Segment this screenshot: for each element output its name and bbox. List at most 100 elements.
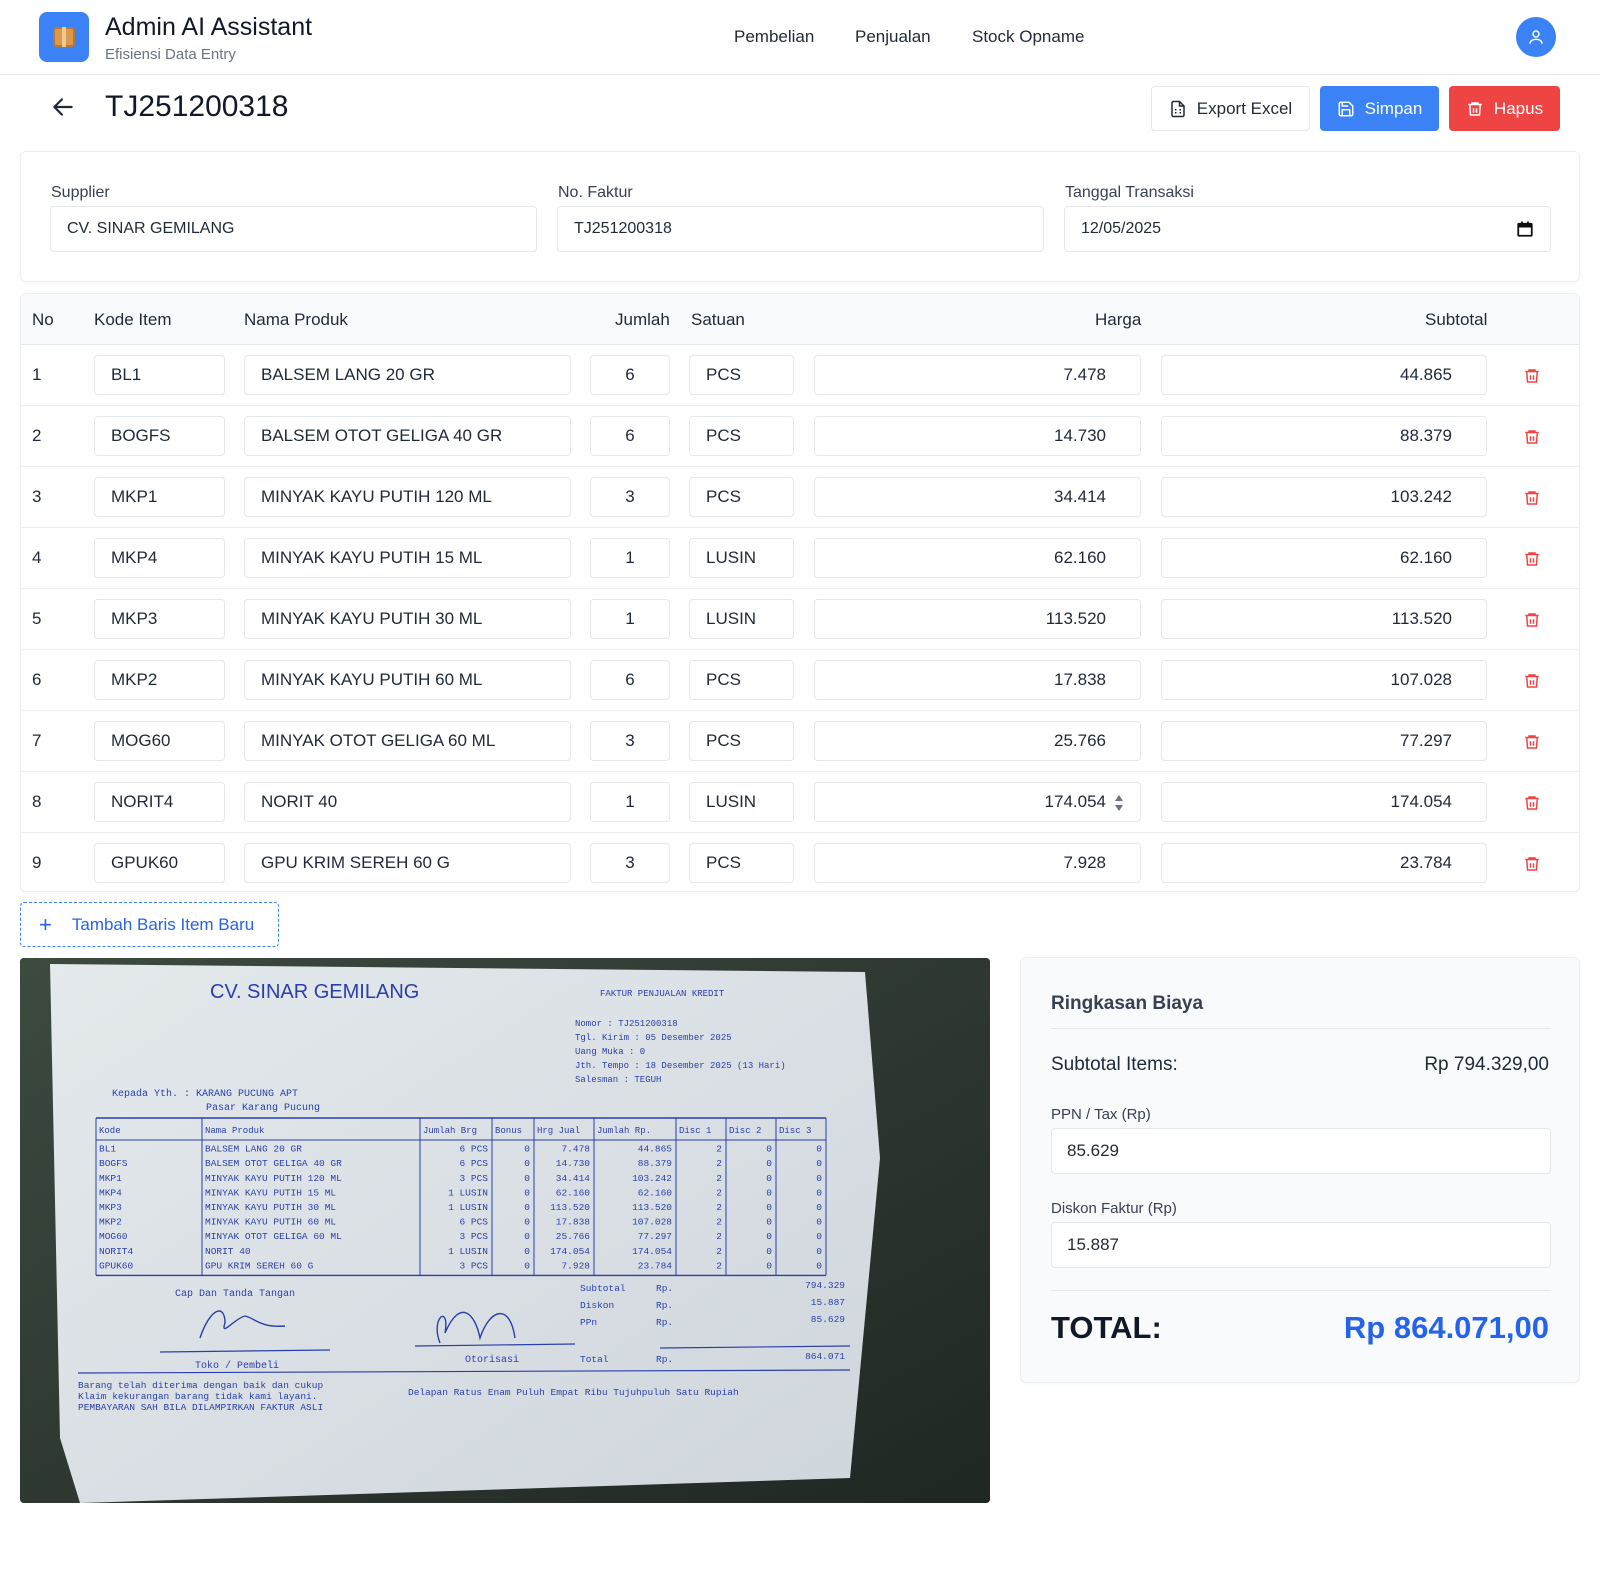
jumlah-input[interactable]: 1: [590, 782, 670, 822]
kode-item-input[interactable]: MKP1: [94, 477, 225, 517]
subtotal-input[interactable]: 88.379: [1161, 416, 1487, 456]
delete-row-icon[interactable]: [1523, 610, 1541, 630]
kode-item-input[interactable]: MKP4: [94, 538, 225, 578]
nav-stock-opname[interactable]: Stock Opname: [972, 27, 1084, 47]
nav-penjualan[interactable]: Penjualan: [855, 27, 931, 47]
harga-input[interactable]: 17.838: [814, 660, 1141, 700]
harga-input[interactable]: 7.928: [814, 843, 1141, 883]
satuan-input[interactable]: PCS: [689, 355, 794, 395]
tanggal-label: Tanggal Transaksi: [1065, 184, 1194, 201]
nama-produk-input[interactable]: NORIT 40: [244, 782, 571, 822]
invoice-cell: 3 PCS: [459, 1260, 488, 1271]
invoice-cell: MINYAK KAYU PUTIH 60 ML: [205, 1217, 336, 1228]
subtotal-input[interactable]: 174.054: [1161, 782, 1487, 822]
satuan-input[interactable]: LUSIN: [689, 599, 794, 639]
kode-item-input[interactable]: MKP3: [94, 599, 225, 639]
kode-item-input[interactable]: MOG60: [94, 721, 225, 761]
kode-item-input[interactable]: NORIT4: [94, 782, 225, 822]
nama-produk-input[interactable]: MINYAK OTOT GELIGA 60 ML: [244, 721, 571, 761]
jumlah-input[interactable]: 6: [590, 416, 670, 456]
calendar-icon[interactable]: [1516, 220, 1534, 238]
subtotal-input[interactable]: 103.242: [1161, 477, 1487, 517]
jumlah-input[interactable]: 3: [590, 843, 670, 883]
nama-produk-input[interactable]: BALSEM LANG 20 GR: [244, 355, 571, 395]
delete-row-icon[interactable]: [1523, 549, 1541, 569]
invoice-cell: 0: [816, 1187, 822, 1198]
add-item-row-label: Tambah Baris Item Baru: [71, 914, 255, 934]
satuan-input[interactable]: LUSIN: [689, 538, 794, 578]
nama-produk-input[interactable]: BALSEM OTOT GELIGA 40 GR: [244, 416, 571, 456]
ppn-input[interactable]: 85.629: [1051, 1128, 1551, 1174]
delete-row-icon[interactable]: [1523, 854, 1541, 874]
delete-row-icon[interactable]: [1523, 671, 1541, 691]
diskon-input[interactable]: 15.887: [1051, 1222, 1551, 1268]
nama-produk-input[interactable]: MINYAK KAYU PUTIH 30 ML: [244, 599, 571, 639]
jumlah-input[interactable]: 3: [590, 721, 670, 761]
satuan-input[interactable]: PCS: [689, 660, 794, 700]
satuan-input[interactable]: PCS: [689, 477, 794, 517]
row-number: 8: [32, 792, 42, 811]
kode-item-input[interactable]: MKP2: [94, 660, 225, 700]
add-item-row-button[interactable]: + Tambah Baris Item Baru: [20, 902, 279, 947]
harga-input[interactable]: 7.478: [814, 355, 1141, 395]
subtotal-input[interactable]: 44.865: [1161, 355, 1487, 395]
back-arrow-icon[interactable]: [50, 94, 76, 120]
nav-pembelian[interactable]: Pembelian: [734, 27, 814, 47]
invoice-cell: 62.160: [556, 1187, 591, 1198]
satuan-input[interactable]: LUSIN: [689, 782, 794, 822]
tanggal-input[interactable]: 12/05/2025: [1064, 206, 1551, 252]
invoice-total-value: 864.071: [805, 1351, 845, 1362]
invoice-cell: 0: [524, 1173, 530, 1184]
table-row: 8 NORIT4 NORIT 40 1 LUSIN 174.054 174.054: [21, 772, 1579, 833]
jumlah-input[interactable]: 6: [590, 660, 670, 700]
number-spinner-icon[interactable]: [1114, 793, 1124, 813]
subtotal-input[interactable]: 62.160: [1161, 538, 1487, 578]
harga-input[interactable]: 174.054: [814, 782, 1141, 822]
satuan-input[interactable]: PCS: [689, 416, 794, 456]
satuan-input[interactable]: PCS: [689, 843, 794, 883]
invoice-cell: 2: [716, 1173, 722, 1184]
invoice-cell: MKP1: [99, 1173, 122, 1184]
jumlah-input[interactable]: 1: [590, 599, 670, 639]
save-button[interactable]: Simpan: [1320, 86, 1439, 131]
subtotal-input[interactable]: 113.520: [1161, 599, 1487, 639]
nama-produk-input[interactable]: MINYAK KAYU PUTIH 120 ML: [244, 477, 571, 517]
delete-row-icon[interactable]: [1523, 793, 1541, 813]
harga-input[interactable]: 34.414: [814, 477, 1141, 517]
invoice-cell: 0: [524, 1202, 530, 1213]
invoice-cell: 2: [716, 1217, 722, 1228]
export-excel-button[interactable]: Export Excel: [1151, 86, 1310, 131]
satuan-input[interactable]: PCS: [689, 721, 794, 761]
nama-produk-input[interactable]: MINYAK KAYU PUTIH 60 ML: [244, 660, 571, 700]
supplier-input[interactable]: CV. SINAR GEMILANG: [50, 206, 537, 252]
jumlah-input[interactable]: 1: [590, 538, 670, 578]
jumlah-input[interactable]: 3: [590, 477, 670, 517]
tanggal-value: 12/05/2025: [1081, 220, 1162, 237]
row-number: 3: [32, 487, 42, 506]
user-avatar-button[interactable]: [1516, 17, 1556, 57]
delete-row-icon[interactable]: [1523, 427, 1541, 447]
jumlah-input[interactable]: 6: [590, 355, 670, 395]
kode-item-input[interactable]: GPUK60: [94, 843, 225, 883]
delete-row-icon[interactable]: [1523, 366, 1541, 386]
harga-input[interactable]: 113.520: [814, 599, 1141, 639]
nama-produk-input[interactable]: MINYAK KAYU PUTIH 15 ML: [244, 538, 571, 578]
invoice-cell: 0: [816, 1173, 822, 1184]
invoice-note-line: PEMBAYARAN SAH BILA DILAMPIRKAN FAKTUR A…: [78, 1402, 323, 1413]
harga-input[interactable]: 25.766: [814, 721, 1141, 761]
table-row: 6 MKP2 MINYAK KAYU PUTIH 60 ML 6 PCS 17.838 10…: [21, 650, 1579, 711]
kode-item-input[interactable]: BL1: [94, 355, 225, 395]
row-number: 7: [32, 731, 42, 750]
kode-item-input[interactable]: BOGFS: [94, 416, 225, 456]
subtotal-input[interactable]: 23.784: [1161, 843, 1487, 883]
table-header: No Kode Item Nama Produk Jumlah Satuan H…: [21, 294, 1579, 345]
delete-row-icon[interactable]: [1523, 732, 1541, 752]
harga-input[interactable]: 14.730: [814, 416, 1141, 456]
harga-input[interactable]: 62.160: [814, 538, 1141, 578]
faktur-input[interactable]: TJ251200318: [557, 206, 1044, 252]
subtotal-input[interactable]: 107.028: [1161, 660, 1487, 700]
delete-row-icon[interactable]: [1523, 488, 1541, 508]
nama-produk-input[interactable]: GPU KRIM SEREH 60 G: [244, 843, 571, 883]
subtotal-input[interactable]: 77.297: [1161, 721, 1487, 761]
delete-button[interactable]: Hapus: [1449, 86, 1560, 131]
